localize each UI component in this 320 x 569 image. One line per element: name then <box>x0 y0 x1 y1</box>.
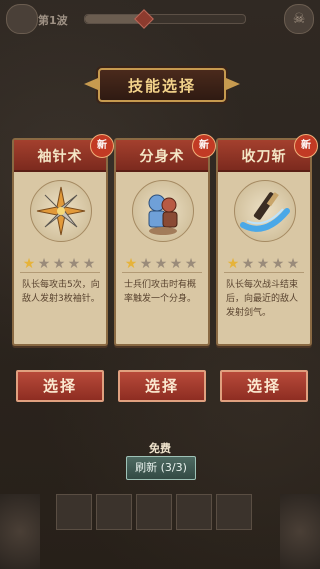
star-icon: ★ <box>139 256 153 272</box>
star-icon: ★ <box>52 256 66 272</box>
avatar-icon[interactable] <box>6 4 38 34</box>
skill-slot[interactable] <box>96 494 132 530</box>
wave-progress-bar <box>84 9 246 29</box>
skill-description: 队长每攻击5次，向敌人发射3枚袖针。 <box>22 280 100 304</box>
refresh-cost-label: 免费 <box>149 442 171 455</box>
new-badge: 新 <box>192 134 216 158</box>
bottom-right-decoration <box>280 494 320 569</box>
star-icon: ★ <box>82 256 96 272</box>
star-icon: ★ <box>226 256 240 272</box>
star-icon: ★ <box>22 256 36 272</box>
skill-slot[interactable] <box>216 494 252 530</box>
new-badge: 新 <box>90 134 114 158</box>
refresh-button[interactable]: 刷新 (3/3) <box>126 456 196 480</box>
skill-slot[interactable] <box>136 494 172 530</box>
skill-description: 队长每次战斗结束后，向最近的敌人发射剑气。 <box>226 280 299 318</box>
skill-description: 士兵们攻击时有概率触发一个分身。 <box>124 280 197 304</box>
star-rating: ★ ★ ★ ★ ★ <box>226 253 301 272</box>
select-button-2[interactable]: 选择 <box>118 370 206 402</box>
star-icon: ★ <box>271 256 285 272</box>
star-rating: ★ ★ ★ ★ ★ <box>22 253 97 272</box>
skill-slot[interactable] <box>176 494 212 530</box>
star-icon: ★ <box>169 256 183 272</box>
bottom-left-decoration <box>0 494 40 569</box>
needle-burst-icon <box>30 180 92 242</box>
star-icon: ★ <box>286 256 300 272</box>
title-banner: 技能选择 <box>98 68 226 102</box>
star-icon: ★ <box>124 256 138 272</box>
progress-marker-icon <box>134 9 154 29</box>
star-icon: ★ <box>241 256 255 272</box>
star-icon: ★ <box>256 256 270 272</box>
clone-warrior-icon <box>132 180 194 242</box>
divider <box>122 272 202 273</box>
divider <box>224 272 304 273</box>
star-icon: ★ <box>184 256 198 272</box>
skill-card-3[interactable]: 收刀斩 新 ★ ★ ★ ★ ★ 队长每次战斗结束后，向最近的敌人发射剑气。 <box>216 134 318 346</box>
skill-slot[interactable] <box>56 494 92 530</box>
select-button-1[interactable]: 选择 <box>16 370 104 402</box>
select-button-3[interactable]: 选择 <box>220 370 308 402</box>
top-bar: 第1波 ☠ <box>0 0 320 36</box>
new-badge: 新 <box>294 134 318 158</box>
skull-icon[interactable]: ☠ <box>284 4 314 34</box>
sword-slash-icon <box>234 180 296 242</box>
skill-card-1[interactable]: 袖针术 新 ★ ★ ★ ★ ★ 队长每攻击5次，向敌人发射3枚袖针。 <box>12 134 114 346</box>
wave-label: 第1波 <box>38 14 68 27</box>
skill-card-2[interactable]: 分身术 新 ★ ★ ★ ★ ★ 士兵们攻击时有概率触发一个分身。 <box>114 134 216 346</box>
divider <box>20 272 100 273</box>
star-icon: ★ <box>37 256 51 272</box>
star-rating: ★ ★ ★ ★ ★ <box>124 253 199 272</box>
star-icon: ★ <box>67 256 81 272</box>
page-title: 技能选择 <box>127 77 196 95</box>
star-icon: ★ <box>154 256 168 272</box>
